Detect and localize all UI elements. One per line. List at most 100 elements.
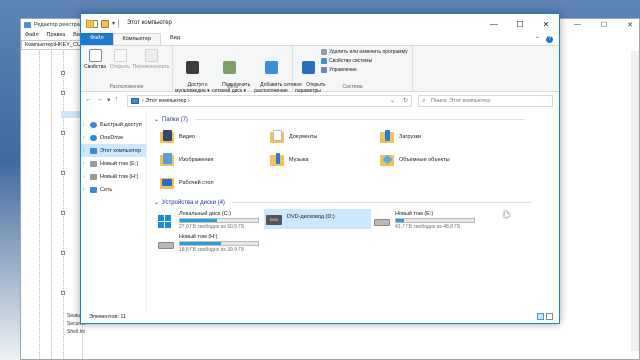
registry-minimize-button[interactable]: —	[574, 21, 581, 29]
address-path[interactable]: Этот компьютер	[145, 98, 186, 104]
drive-c-usage-bar	[179, 218, 259, 223]
details-view-icon[interactable]	[537, 313, 544, 320]
drive-icon	[90, 173, 97, 180]
drive-h-free: 18,8 ГБ свободно из 39,9 ГБ	[179, 247, 245, 253]
folder-desktop[interactable]: Рабочий стол	[160, 176, 214, 190]
folder-3d-objects[interactable]: Объемные объекты	[380, 153, 450, 167]
uninstall-program-button[interactable]: Удалить или изменить программу	[321, 49, 408, 55]
address-dropdown-icon[interactable]: ⌄	[390, 97, 395, 104]
network-drive-icon	[222, 61, 236, 74]
drive-e-free: 43,7 ГБ свободно из 48,8 ГБ	[395, 224, 461, 230]
folder-pictures[interactable]: Изображения	[160, 153, 214, 167]
drive-e-name: Новый том (E:)	[395, 211, 434, 217]
group-label-system: Система	[342, 84, 363, 90]
drive-e-usage-bar	[395, 218, 475, 223]
registry-maximize-button[interactable]: ☐	[601, 21, 607, 29]
folder-documents[interactable]: Документы	[270, 130, 317, 144]
group-label-location: Расположение	[109, 84, 144, 90]
tab-view[interactable]: Вид	[161, 33, 189, 45]
nav-item-this-pc[interactable]: › Этот компьютер	[81, 144, 146, 157]
windows-drive-icon	[158, 215, 174, 229]
dvd-drive-icon: DVD	[266, 213, 282, 227]
ribbon: Свойства Открыть Переименовать Расположе…	[81, 46, 559, 94]
registry-tree[interactable]: Seatugrtoolsy Securit... Shell.Ini	[21, 51, 98, 359]
tab-computer[interactable]: Компьютер	[112, 33, 161, 45]
explorer-window: ▾ Этот компьютер — ☐ ✕ Файл Компьютер Ви…	[80, 13, 560, 324]
up-arrow-icon[interactable]: ↑	[115, 96, 119, 104]
window-title: Этот компьютер	[127, 20, 172, 26]
computer-icon	[90, 147, 97, 154]
address-separator: ›	[142, 98, 144, 104]
registry-menu-edit[interactable]: Правка	[47, 32, 66, 39]
address-separator: ›	[188, 98, 190, 104]
programs-icon	[321, 49, 327, 55]
system-properties-button[interactable]: Свойства системы	[321, 58, 372, 64]
large-icons-view-icon[interactable]	[546, 313, 553, 320]
address-bar[interactable]: › Этот компьютер › ⌄ ↻	[127, 95, 412, 107]
registry-tree-item[interactable]: Shell.Ini	[67, 329, 85, 335]
status-bar: Элементов: 11	[81, 311, 559, 323]
folder-music[interactable]: Музыка	[270, 153, 308, 167]
folder-downloads[interactable]: Загрузки	[380, 130, 421, 144]
help-icon[interactable]: ?	[546, 36, 553, 43]
open-icon	[113, 49, 127, 62]
checkmark-properties-icon	[88, 49, 102, 62]
drive-icon	[90, 160, 97, 167]
drive-h-name: Новый том (H:)	[179, 234, 218, 240]
music-folder-icon	[270, 153, 284, 167]
folder-video[interactable]: Видео	[160, 130, 195, 144]
new-folder-qat-icon[interactable]	[101, 19, 109, 28]
registry-address-bar[interactable]: Компьютер\HKEY_CURR	[21, 40, 89, 50]
nav-item-volume-h[interactable]: › Новый том (H:)	[81, 170, 146, 183]
manage-button[interactable]: Управление	[321, 67, 357, 73]
nav-item-quick-access[interactable]: › Быстрый доступ	[81, 118, 146, 131]
network-location-icon	[264, 61, 278, 74]
search-input[interactable]: ⌕ Поиск: Этот компьютер	[418, 95, 553, 107]
drive-icon	[374, 215, 390, 229]
maximize-button[interactable]: ☐	[507, 14, 533, 34]
navigation-pane: › Быстрый доступ › OneDrive › Этот компь…	[81, 110, 147, 311]
manage-icon	[321, 67, 327, 73]
registry-scrollbar[interactable]	[631, 51, 639, 351]
window-controls: — ☐ ✕	[481, 14, 559, 34]
search-placeholder: Поиск: Этот компьютер	[431, 98, 491, 104]
registry-close-button[interactable]: ✕	[627, 21, 633, 29]
drives-section-header[interactable]: ⌄ Устройства и диски (4)	[154, 199, 532, 206]
back-arrow-icon[interactable]: ←	[85, 96, 92, 104]
registry-title: Редактор реестра	[34, 22, 80, 28]
gear-icon	[301, 61, 315, 74]
close-button[interactable]: ✕	[533, 14, 559, 34]
tab-file[interactable]: Файл	[81, 33, 113, 45]
rename-button[interactable]: Переименовать	[131, 49, 171, 70]
network-icon	[90, 186, 97, 193]
recent-chevron-icon[interactable]: ▾	[107, 96, 111, 104]
nav-item-onedrive[interactable]: › OneDrive	[81, 131, 146, 144]
drive-e[interactable]: Новый том (E:) 43,7 ГБ свободно из 48,8 …	[374, 211, 475, 230]
chevron-down-icon: ⌄	[154, 200, 160, 206]
ribbon-collapse-icon[interactable]: ⌃	[535, 36, 540, 43]
open-button[interactable]: Открыть	[110, 49, 130, 70]
nav-item-network[interactable]: › Сеть	[81, 183, 146, 196]
drive-h[interactable]: Новый том (H:) 18,8 ГБ свободно из 39,9 …	[158, 234, 259, 253]
properties-button[interactable]: Свойства	[84, 49, 106, 70]
search-icon: ⌕	[422, 98, 426, 104]
media-server-icon	[185, 61, 199, 74]
star-icon	[90, 121, 97, 128]
ribbon-tabs: Файл Компьютер Вид ⌃ ?	[81, 33, 559, 46]
drive-c-free: 27,0 ГБ свободно из 50,5 ГБ	[179, 224, 245, 230]
nav-item-volume-e[interactable]: › Новый том (E:)	[81, 157, 146, 170]
folders-section-header[interactable]: ⌄ Папки (7)	[154, 116, 525, 123]
registry-menu-file[interactable]: Файл	[25, 32, 39, 39]
drive-c[interactable]: Локальный диск (C:) 27,0 ГБ свободно из …	[158, 211, 259, 230]
minimize-button[interactable]: —	[481, 14, 507, 34]
explorer-title-bar[interactable]: ▾ Этот компьютер — ☐ ✕	[81, 14, 559, 34]
drive-d[interactable]: DVD DVD-дисковод (D:)	[264, 209, 371, 229]
rename-icon	[144, 49, 158, 62]
documents-folder-icon	[270, 130, 284, 144]
qat-customize-icon[interactable]: ▾	[112, 20, 115, 27]
chevron-down-icon: ⌄	[154, 117, 160, 123]
forward-arrow-icon[interactable]: →	[96, 96, 103, 104]
registry-icon	[24, 22, 31, 28]
downloads-folder-icon	[380, 130, 394, 144]
refresh-icon[interactable]: ↻	[403, 97, 408, 104]
